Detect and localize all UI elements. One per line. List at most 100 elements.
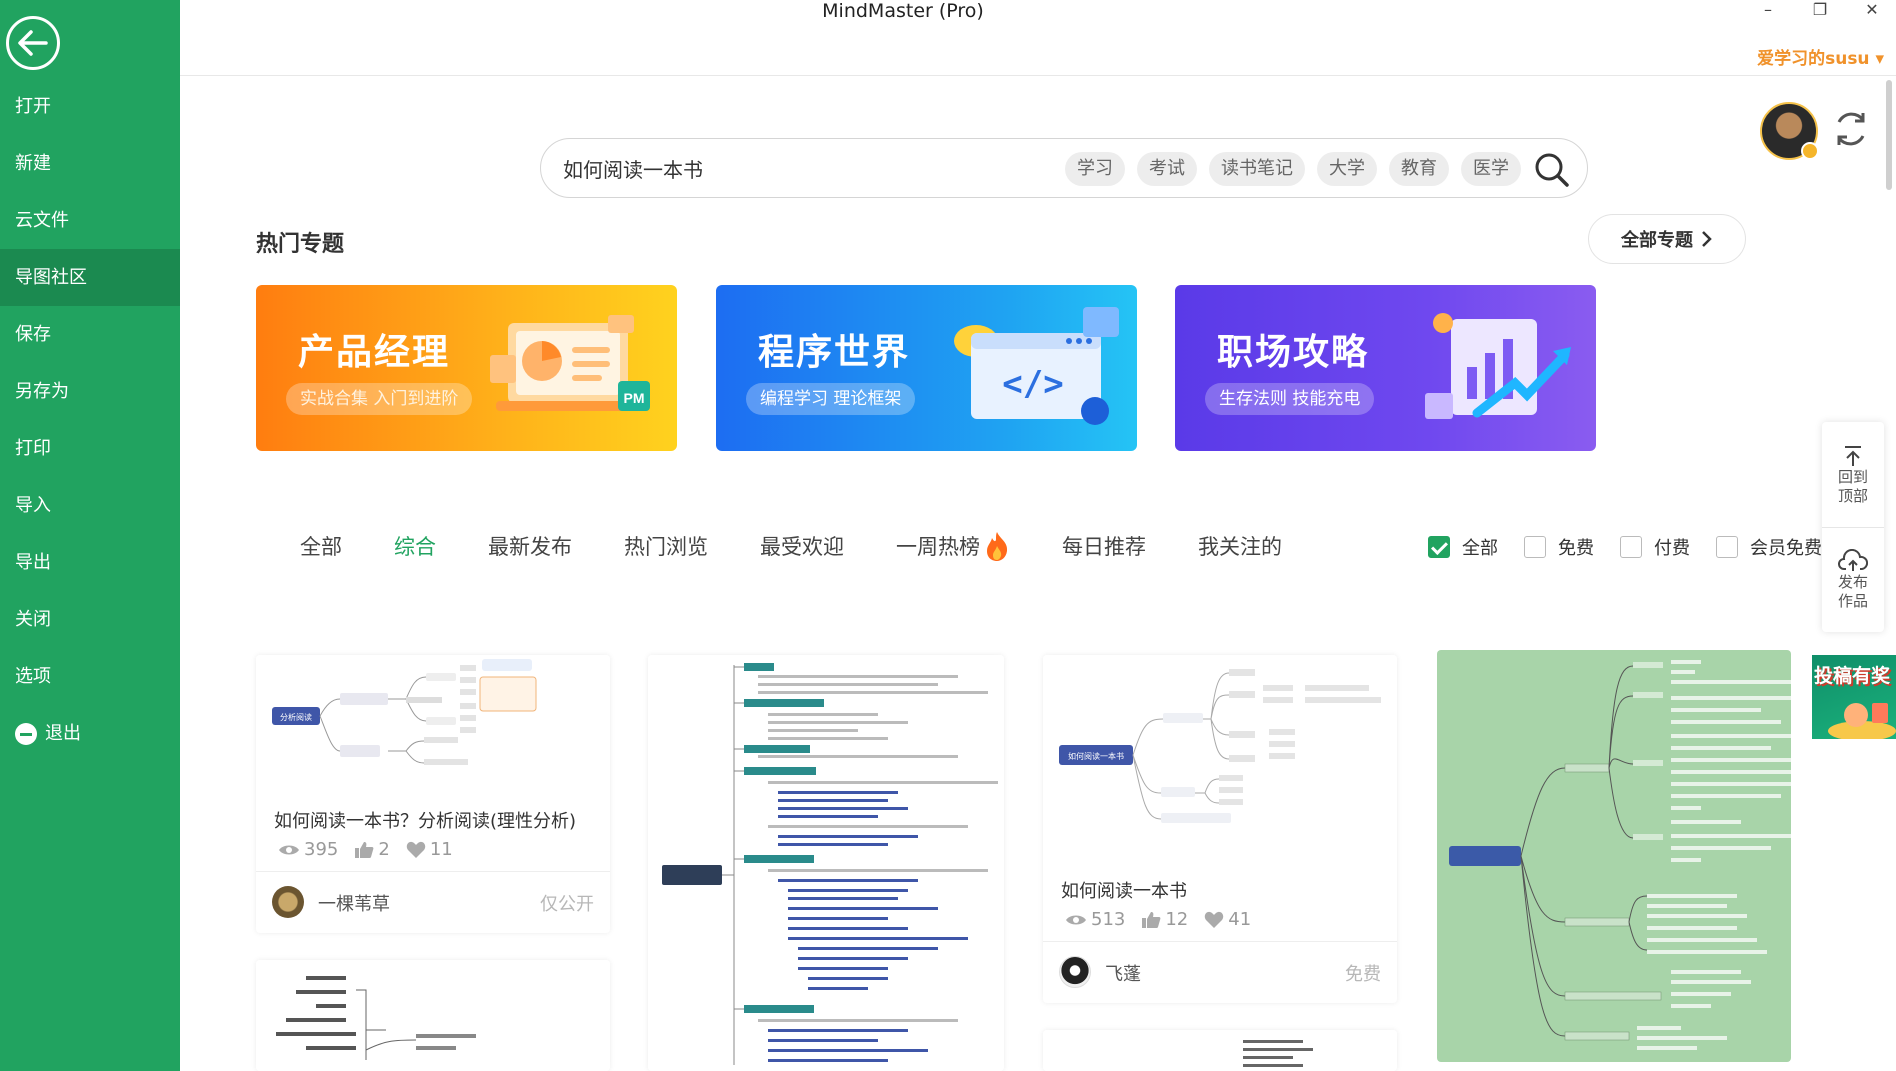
tab-favorites[interactable]: 最受欢迎 — [760, 530, 844, 562]
back-to-top-label-2: 顶部 — [1837, 486, 1868, 505]
search-tag[interactable]: 考试 — [1137, 152, 1197, 186]
filter-all[interactable]: 全部 — [1428, 534, 1498, 560]
tab-daily-picks[interactable]: 每日推荐 — [1062, 530, 1146, 562]
filter-label: 全部 — [1462, 538, 1498, 559]
banner-programming[interactable]: 程序世界 编程学习 理论框架 </> — [716, 285, 1137, 451]
sidebar-item-open[interactable]: 打开 — [0, 78, 180, 135]
title-bar: MindMaster (Pro) – ❐ ✕ 爱学习的susu ▾ — [180, 0, 1896, 76]
sidebar-item-options[interactable]: 选项 — [0, 648, 180, 705]
author-name[interactable]: 飞蓬 — [1105, 960, 1141, 986]
tab-comprehensive[interactable]: 综合 — [394, 530, 436, 562]
pm-badge: PM — [624, 390, 645, 406]
price-label: 免费 — [1345, 964, 1381, 985]
back-to-top-button[interactable]: 回到 顶部 — [1822, 422, 1884, 527]
tab-latest[interactable]: 最新发布 — [488, 530, 572, 562]
sidebar-item-save-as[interactable]: 另存为 — [0, 363, 180, 420]
banner-career[interactable]: 职场攻略 生存法则 技能充电 — [1175, 285, 1596, 451]
sidebar-item-community[interactable]: 导图社区 — [0, 249, 180, 306]
sidebar-item-save[interactable]: 保存 — [0, 306, 180, 363]
map-card[interactable] — [256, 960, 610, 1071]
likes-stat: 12 — [1141, 909, 1188, 930]
all-topics-button[interactable]: 全部专题 — [1588, 214, 1746, 264]
author-name[interactable]: 一棵苇草 — [318, 890, 390, 916]
vip-badge-icon — [1801, 142, 1819, 160]
sidebar-item-import[interactable]: 导入 — [0, 477, 180, 534]
search-tag[interactable]: 教育 — [1389, 152, 1449, 186]
filter-member-free[interactable]: 会员免费 — [1716, 534, 1822, 560]
growth-chart-illustration — [1425, 313, 1571, 419]
sidebar-item-new[interactable]: 新建 — [0, 135, 180, 192]
search-tag[interactable]: 大学 — [1317, 152, 1377, 186]
map-card[interactable] — [648, 655, 1004, 1071]
banner-title: 产品经理 — [298, 332, 451, 373]
views-count: 513 — [1091, 909, 1126, 930]
refresh-icon[interactable] — [1830, 108, 1872, 150]
user-menu[interactable]: 爱学习的susu ▾ — [1757, 44, 1884, 69]
close-window-button[interactable]: ✕ — [1852, 0, 1892, 24]
tab-weekly-hot[interactable]: 一周热榜 — [896, 530, 1010, 562]
map-card[interactable]: 如何阅读一本书 如何阅读一本书 513 12 41 飞蓬 免费 — [1043, 655, 1397, 1003]
card-stats: 513 12 41 — [1065, 909, 1267, 930]
mindmap-thumbnail — [1449, 660, 1791, 1050]
likes-count: 2 — [378, 839, 390, 860]
filter-paid[interactable]: 付费 — [1620, 534, 1690, 560]
scrollbar-thumb[interactable] — [1886, 80, 1892, 190]
sidebar-item-close[interactable]: 关闭 — [0, 591, 180, 648]
search-input[interactable] — [563, 151, 1043, 185]
search-tag[interactable]: 学习 — [1065, 152, 1125, 186]
app-window: 打开 新建 云文件 导图社区 保存 另存为 打印 导入 导出 关闭 选项 退出 … — [0, 0, 1896, 1071]
map-card[interactable]: 分析阅读 如何阅读一本书？分析阅读(理性分析) 395 2 11 一棵苇草 仅公… — [256, 655, 610, 933]
sidebar-item-export[interactable]: 导出 — [0, 534, 180, 591]
checkbox-checked[interactable] — [1428, 536, 1450, 558]
restore-button[interactable]: ❐ — [1800, 0, 1840, 24]
avatar[interactable] — [272, 886, 304, 918]
search-icon[interactable] — [1533, 151, 1571, 189]
favorites-count: 11 — [429, 839, 453, 860]
tab-weekly-hot-label: 一周热榜 — [896, 535, 980, 559]
fire-icon — [987, 532, 1008, 561]
promo-illustration — [1828, 703, 1896, 739]
filter-free[interactable]: 免费 — [1524, 534, 1594, 560]
publish-label-2: 作品 — [1837, 592, 1868, 610]
back-button[interactable] — [6, 16, 60, 70]
sidebar-item-print[interactable]: 打印 — [0, 420, 180, 477]
card-title: 如何阅读一本书？分析阅读(理性分析) — [274, 811, 577, 832]
card-footer: 飞蓬 免费 — [1043, 941, 1397, 1003]
laptop-chart-illustration: PM — [490, 315, 650, 411]
avatar[interactable] — [1760, 102, 1819, 160]
checkbox[interactable] — [1524, 536, 1546, 558]
banner-product-manager[interactable]: 产品经理 实战合集 入门到进阶 PM — [256, 285, 677, 451]
tab-popular[interactable]: 热门浏览 — [624, 530, 708, 562]
exit-icon — [15, 722, 37, 745]
sidebar-item-cloud-files[interactable]: 云文件 — [0, 192, 180, 249]
all-topics-label: 全部专题 — [1621, 230, 1693, 251]
map-root-node: 如何阅读一本书 — [1068, 751, 1124, 761]
favorites-count: 41 — [1228, 909, 1252, 930]
card-footer: 一棵苇草 仅公开 — [256, 871, 610, 933]
tab-all[interactable]: 全部 — [300, 530, 342, 562]
checkbox[interactable] — [1620, 536, 1642, 558]
tab-following[interactable]: 我关注的 — [1198, 530, 1282, 562]
map-card[interactable] — [1043, 1030, 1397, 1071]
search-tag[interactable]: 医学 — [1461, 152, 1521, 186]
views-count: 395 — [304, 839, 339, 860]
submission-promo-banner[interactable]: 投稿有奖 — [1812, 655, 1896, 739]
card-stats: 395 2 11 — [278, 839, 469, 860]
filter-label: 免费 — [1558, 538, 1594, 559]
checkbox[interactable] — [1716, 536, 1738, 558]
publish-button[interactable]: 发布 作品 — [1822, 527, 1884, 632]
search-tag[interactable]: 读书笔记 — [1209, 152, 1305, 186]
filter-label: 付费 — [1654, 538, 1690, 559]
likes-count: 12 — [1165, 909, 1189, 930]
filter-label: 会员免费 — [1750, 538, 1822, 559]
heart-icon — [406, 841, 426, 858]
sidebar-item-exit[interactable]: 退出 — [0, 705, 180, 762]
avatar[interactable] — [1059, 956, 1091, 988]
likes-stat: 2 — [354, 839, 390, 860]
file-sidebar: 打开 新建 云文件 导图社区 保存 另存为 打印 导入 导出 关闭 选项 退出 — [0, 0, 180, 1071]
mindmap-thumbnail: 如何阅读一本书 — [1043, 655, 1397, 855]
map-card[interactable] — [1437, 650, 1791, 1062]
map-root-node: 分析阅读 — [280, 712, 312, 722]
minimize-button[interactable]: – — [1748, 0, 1788, 24]
heart-icon — [1205, 911, 1224, 928]
